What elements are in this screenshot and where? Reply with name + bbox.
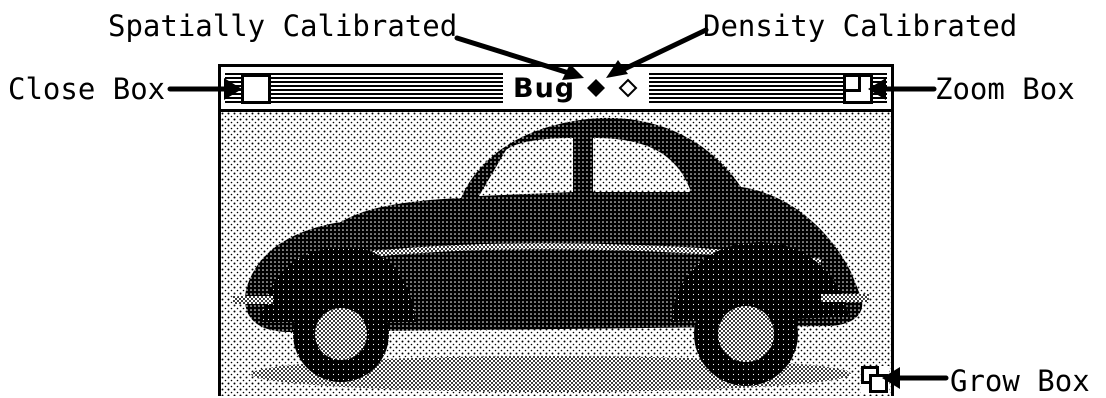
- close-box-button[interactable]: [238, 71, 274, 107]
- image-content: [221, 112, 891, 396]
- zoom-box-inner: [846, 77, 861, 92]
- window-title: Bug: [513, 72, 576, 104]
- front-hubcap: [315, 308, 367, 360]
- filled-diamond-icon: [587, 79, 606, 97]
- rear-hubcap: [718, 306, 774, 362]
- front-bumper: [233, 296, 273, 304]
- close-box-label: Close Box: [8, 72, 166, 106]
- grow-box-button[interactable]: [861, 366, 889, 394]
- window-title-bar[interactable]: Bug: [221, 67, 891, 112]
- rear-bumper: [821, 294, 869, 302]
- zoom-box-button[interactable]: [843, 74, 873, 104]
- beetle-image: [221, 112, 891, 396]
- spatially-calibrated-label: Spatially Calibrated: [108, 9, 458, 43]
- grow-box-label: Grow Box: [950, 364, 1090, 398]
- image-window: Bug: [218, 64, 894, 396]
- zoom-box-label: Zoom Box: [935, 72, 1075, 106]
- title-group: Bug: [503, 71, 650, 105]
- hollow-diamond-icon: [618, 78, 638, 98]
- density-calibrated-label: Density Calibrated: [703, 9, 1018, 43]
